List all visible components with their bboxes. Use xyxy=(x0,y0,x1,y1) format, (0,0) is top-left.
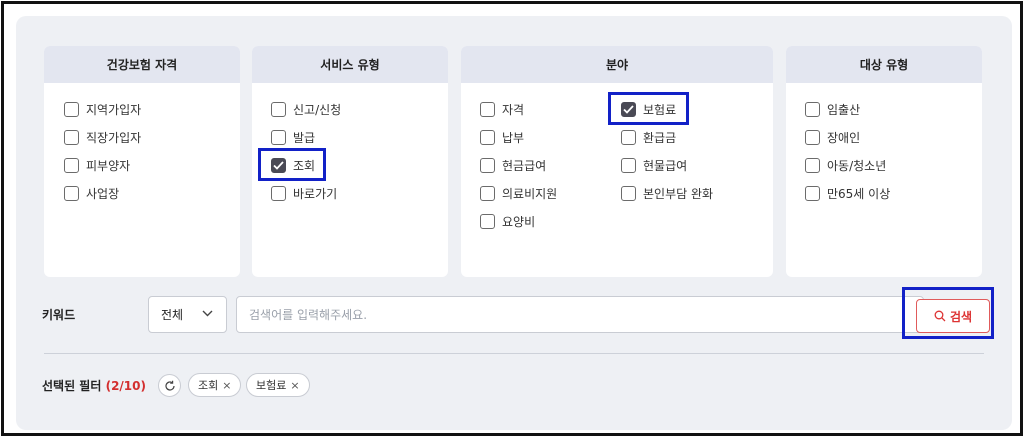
filter-group-eligibility: 건강보험 자격 지역가입자 직장가입자 피부양자 사업장 xyxy=(44,46,240,277)
checkbox[interactable] xyxy=(271,102,286,117)
filter-option-regional-subscriber[interactable]: 지역가입자 xyxy=(64,101,141,118)
checkbox[interactable] xyxy=(805,186,820,201)
filter-group-target: 대상 유형 임출산 장애인 아동/청소년 만65세 이상 xyxy=(786,46,982,277)
checkbox[interactable] xyxy=(480,158,495,173)
search-filter-panel: 건강보험 자격 지역가입자 직장가입자 피부양자 사업장 서비스 유형 신고/신… xyxy=(16,16,1012,430)
checkbox[interactable] xyxy=(621,130,636,145)
selected-filters-label: 선택된 필터 (2/10) xyxy=(42,377,146,394)
reset-filters-button[interactable] xyxy=(158,374,181,397)
filter-option-report-apply[interactable]: 신고/신청 xyxy=(271,101,341,118)
checkbox[interactable] xyxy=(480,186,495,201)
option-label: 현금급여 xyxy=(502,159,547,173)
option-label: 임출산 xyxy=(827,103,861,117)
scope-selected-value: 전체 xyxy=(161,308,184,322)
option-label: 피부양자 xyxy=(86,159,131,173)
divider xyxy=(44,353,984,354)
option-label: 만65세 이상 xyxy=(827,187,891,201)
filter-option-cash-benefit[interactable]: 현금급여 xyxy=(480,157,546,174)
filter-option-payment[interactable]: 납부 xyxy=(480,129,524,146)
checkbox[interactable] xyxy=(64,186,79,201)
filter-group-title: 대상 유형 xyxy=(786,46,982,83)
filter-option-age-65-plus[interactable]: 만65세 이상 xyxy=(805,185,890,202)
chevron-down-icon xyxy=(202,310,213,317)
selected-filter-chip: 조회 × xyxy=(188,373,242,397)
option-label: 납부 xyxy=(502,131,525,145)
checkbox[interactable] xyxy=(480,102,495,117)
filter-option-child-youth[interactable]: 아동/청소년 xyxy=(805,157,886,174)
checkbox[interactable] xyxy=(64,102,79,117)
filter-option-disabled[interactable]: 장애인 xyxy=(805,129,860,146)
option-label: 바로가기 xyxy=(293,187,338,201)
chip-remove-icon[interactable]: × xyxy=(290,379,299,392)
option-label: 요양비 xyxy=(502,215,536,229)
selected-filters-count: (2/10) xyxy=(105,379,146,393)
filter-option-medical-support[interactable]: 의료비지원 xyxy=(480,185,557,202)
option-label: 아동/청소년 xyxy=(827,159,887,173)
filter-option-dependent[interactable]: 피부양자 xyxy=(64,157,130,174)
option-label: 직장가입자 xyxy=(86,131,142,145)
option-label: 본인부담 완화 xyxy=(643,187,714,201)
highlight-box-search-button xyxy=(902,287,994,339)
filter-group-title: 건강보험 자격 xyxy=(44,46,240,83)
checkbox[interactable] xyxy=(805,158,820,173)
option-label: 발급 xyxy=(293,131,316,145)
chip-label: 보험료 xyxy=(256,379,287,392)
search-scope-select[interactable]: 전체 xyxy=(148,296,227,333)
selected-filters-title: 선택된 필터 xyxy=(42,379,102,393)
filter-option-pregnancy-childbirth[interactable]: 임출산 xyxy=(805,101,860,118)
option-label: 현물급여 xyxy=(643,159,688,173)
search-input[interactable] xyxy=(236,296,924,333)
checkbox[interactable] xyxy=(621,186,636,201)
checkbox[interactable] xyxy=(64,158,79,173)
filter-option-care-cost[interactable]: 요양비 xyxy=(480,213,535,230)
filter-option-issue[interactable]: 발급 xyxy=(271,129,315,146)
checkbox[interactable] xyxy=(271,186,286,201)
highlight-box-inquiry xyxy=(258,148,326,181)
checkbox[interactable] xyxy=(805,130,820,145)
option-label: 신고/신청 xyxy=(293,103,342,117)
selected-filter-chip: 보험료 × xyxy=(246,373,310,397)
filter-option-in-kind-benefit[interactable]: 현물급여 xyxy=(621,157,687,174)
checkbox[interactable] xyxy=(480,214,495,229)
option-label: 장애인 xyxy=(827,131,861,145)
filter-option-eligibility[interactable]: 자격 xyxy=(480,101,524,118)
option-label: 의료비지원 xyxy=(502,187,558,201)
filter-group-title: 분야 xyxy=(461,46,773,83)
highlight-box-premium xyxy=(608,92,689,125)
chip-remove-icon[interactable]: × xyxy=(222,379,231,392)
checkbox[interactable] xyxy=(271,130,286,145)
checkbox[interactable] xyxy=(64,130,79,145)
option-label: 지역가입자 xyxy=(86,103,142,117)
chip-label: 조회 xyxy=(198,379,219,392)
screenshot-frame: 건강보험 자격 지역가입자 직장가입자 피부양자 사업장 서비스 유형 신고/신… xyxy=(1,1,1023,436)
option-label: 자격 xyxy=(502,103,525,117)
option-label: 환급금 xyxy=(643,131,677,145)
filter-group-field: 분야 자격 납부 현금급여 의료비지원 요양비 보험료 환급금 현물급여 본인부… xyxy=(461,46,773,277)
filter-option-employee-subscriber[interactable]: 직장가입자 xyxy=(64,129,141,146)
checkbox[interactable] xyxy=(480,130,495,145)
filter-option-copay-relief[interactable]: 본인부담 완화 xyxy=(621,185,713,202)
refresh-icon xyxy=(164,380,175,391)
checkbox[interactable] xyxy=(805,102,820,117)
keyword-label: 키워드 xyxy=(42,308,76,322)
filter-option-shortcut[interactable]: 바로가기 xyxy=(271,185,337,202)
option-label: 사업장 xyxy=(86,187,120,201)
checkbox[interactable] xyxy=(621,158,636,173)
filter-option-refund[interactable]: 환급금 xyxy=(621,129,676,146)
filter-option-workplace[interactable]: 사업장 xyxy=(64,185,119,202)
filter-group-title: 서비스 유형 xyxy=(252,46,448,83)
